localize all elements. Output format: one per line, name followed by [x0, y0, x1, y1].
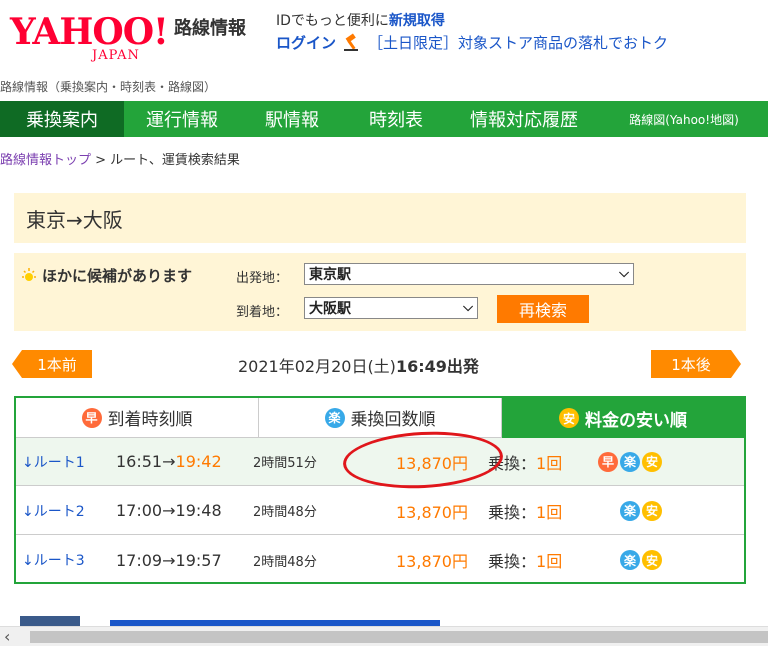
nav-transfer[interactable]: 乗換案内: [0, 101, 124, 137]
route-time: 17:09→19:57: [116, 551, 222, 570]
main-nav: 乗換案内 運行情報 駅情報 時刻表 情報対応履歴 路線図(Yahoo!地図): [0, 101, 768, 137]
tab-cheapest[interactable]: 安 料金の安い順: [502, 398, 744, 438]
table-row[interactable]: ↓ルート2 17:00→19:48 2時間48分 13,870円 乗換：1回 楽…: [16, 487, 744, 535]
departure-date: 2021年02月20日(土): [238, 357, 396, 376]
yahoo-logo-sub: JAPAN: [92, 48, 140, 63]
transfer-count: 1回: [536, 502, 563, 522]
route-transfers: 乗換：1回: [488, 548, 562, 572]
research-button[interactable]: 再検索: [497, 295, 589, 323]
easy-badge-icon: 楽: [620, 451, 640, 472]
next-arrow-icon[interactable]: [731, 350, 741, 378]
yahoo-logo[interactable]: YAHOO!: [10, 14, 169, 50]
nav-station-info[interactable]: 駅情報: [240, 101, 344, 137]
to-select-value: 大阪駅: [309, 301, 351, 317]
easy-badge-icon: 楽: [620, 550, 640, 570]
route-badges: 楽 安: [620, 550, 662, 570]
from-select[interactable]: 東京駅 ⌵: [304, 263, 634, 285]
fast-badge-icon: 早: [598, 451, 618, 472]
transfer-count: 1回: [536, 453, 563, 473]
breadcrumb-top-link[interactable]: 路線情報トップ: [0, 153, 91, 168]
to-label: 到着地：: [236, 305, 289, 320]
alternatives-box: ほかに候補があります 出発地： 東京駅 ⌵ 到着地： 大阪駅 ⌵ 再検索: [14, 253, 746, 331]
breadcrumb-current: > ルート、運賃検索結果: [91, 153, 240, 168]
sort-tabs: 早 到着時刻順 楽 乗換回数順 安 料金の安い順: [16, 398, 744, 438]
nav-timetable[interactable]: 時刻表: [344, 101, 448, 137]
nav-history[interactable]: 情報対応履歴: [448, 101, 600, 137]
results-table: 早 到着時刻順 楽 乗換回数順 安 料金の安い順 ↓ルート1 16:51→19:…: [14, 396, 746, 584]
nav-route-map[interactable]: 路線図(Yahoo!地図): [600, 101, 768, 137]
from-label: 出発地：: [236, 271, 289, 286]
table-row[interactable]: ↓ルート3 17:09→19:57 2時間48分 13,870円 乗換：1回 楽…: [16, 536, 744, 584]
to-select[interactable]: 大阪駅 ⌵: [304, 297, 478, 319]
route-duration: 2時間51分: [253, 456, 317, 471]
id-promo-text: IDでもっと便利に: [276, 13, 389, 29]
prev-arrow-icon[interactable]: [12, 350, 22, 378]
route-fare: 13,870円: [396, 552, 468, 571]
transfer-label: 乗換：: [488, 502, 537, 522]
cheap-badge-icon: 安: [642, 550, 662, 570]
route-badges: 楽 安: [620, 500, 662, 521]
lightbulb-icon: [22, 267, 36, 281]
auction-hammer-icon: [344, 32, 359, 51]
chevron-down-icon: ⌵: [619, 266, 629, 281]
transfer-label: 乗換：: [488, 552, 537, 571]
auction-promo-link[interactable]: ［土日限定］対象ストア商品の落札でおトク: [368, 32, 668, 53]
route-transfers: 乗換：1回: [488, 499, 562, 523]
alternatives-title: ほかに候補があります: [20, 265, 192, 286]
route-arr: 19:42: [175, 452, 222, 471]
easy-badge-icon: 楽: [620, 500, 640, 521]
route-link[interactable]: ↓ルート2: [22, 501, 85, 521]
easy-badge-icon: 楽: [324, 407, 345, 428]
scrollbar-thumb[interactable]: [30, 631, 768, 643]
login-link[interactable]: ログイン: [276, 32, 336, 53]
site-title[interactable]: 路線情報: [174, 14, 246, 40]
route-link[interactable]: ↓ルート3: [22, 550, 85, 570]
route-dep: 16:51→: [116, 452, 176, 471]
route-time: 16:51→19:42: [116, 452, 222, 471]
departure-time: 2021年02月20日(土)16:49出発: [238, 353, 479, 377]
route-duration: 2時間48分: [253, 505, 317, 520]
route-time: 17:00→19:48: [116, 501, 222, 520]
route-link[interactable]: ↓ルート1: [22, 452, 85, 472]
route-fare: 13,870円: [396, 502, 468, 522]
tab-arrival-time[interactable]: 早 到着時刻順: [16, 398, 259, 438]
tab-transfer-count[interactable]: 楽 乗換回数順: [259, 398, 502, 438]
route-dep: 17:09→19:57: [116, 550, 222, 570]
prev-button[interactable]: 1本前: [22, 350, 92, 378]
route-duration: 2時間48分: [253, 554, 317, 570]
cheap-badge-icon: 安: [642, 451, 662, 472]
route-badges: 早 楽 安: [598, 451, 662, 472]
login-line: ログイン ［土日限定］対象ストア商品の落札でおトク: [276, 32, 668, 53]
site-header: YAHOO! JAPAN 路線情報 IDでもっと便利に新規取得 ログイン ［土日…: [0, 0, 768, 70]
departure-clock: 16:49出発: [395, 357, 479, 376]
fast-badge-icon: 早: [81, 407, 102, 428]
scroll-left-icon[interactable]: ‹: [4, 627, 10, 646]
alternatives-title-text: ほかに候補があります: [42, 267, 193, 285]
nav-service-info[interactable]: 運行情報: [124, 101, 240, 137]
breadcrumb: 路線情報トップ > ルート、運賃検索結果: [0, 149, 240, 168]
tab-label: 料金の安い順: [585, 410, 687, 431]
chevron-down-icon: ⌵: [463, 300, 473, 315]
from-select-value: 東京駅: [309, 267, 351, 283]
tab-label: 乗換回数順: [350, 410, 436, 430]
next-button[interactable]: 1本後: [651, 350, 731, 378]
tab-label: 到着時刻順: [107, 410, 193, 430]
register-link[interactable]: 新規取得: [389, 13, 445, 29]
top-crumb[interactable]: 路線情報（乗換案内・時刻表・路線図）: [0, 78, 216, 95]
transfer-count: 1回: [536, 552, 563, 571]
route-dep: 17:00→19:48: [116, 501, 222, 520]
cheap-badge-icon: 安: [642, 500, 662, 521]
partial-banner: [20, 616, 440, 626]
cheap-badge-icon: 安: [559, 408, 579, 428]
route-title: 東京→大阪: [14, 193, 746, 243]
id-promo-line: IDでもっと便利に新規取得: [276, 10, 445, 30]
horizontal-scrollbar[interactable]: ‹: [0, 626, 768, 646]
